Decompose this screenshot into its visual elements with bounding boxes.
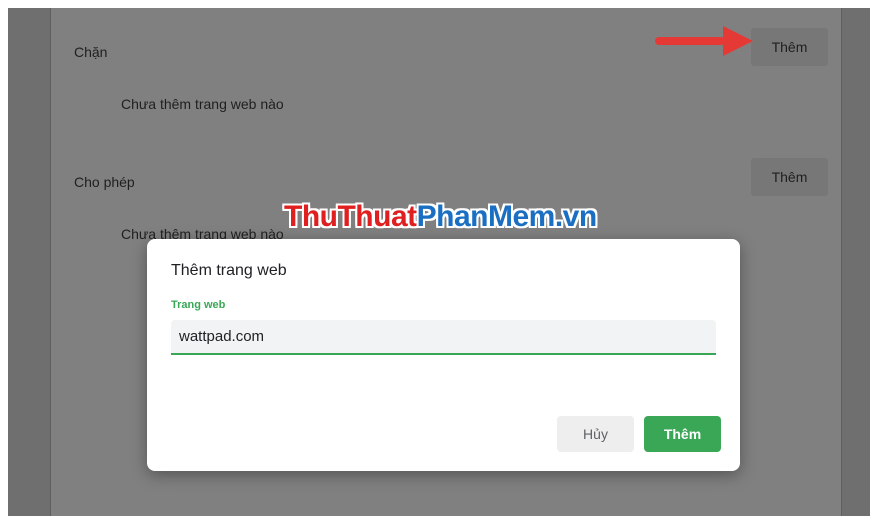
right-gutter [840,8,870,516]
allowed-add-button[interactable]: Thêm [751,158,828,196]
site-field-container [171,320,716,355]
allowed-section-title: Cho phép [74,174,135,190]
add-site-dialog: Thêm trang web Trang web Hủy Thêm [147,239,740,471]
left-gutter [8,8,50,516]
red-arrow-icon [655,26,753,56]
blocked-add-button[interactable]: Thêm [751,28,828,66]
watermark-part2: PhanMem.vn [416,200,598,233]
watermark-part1: ThuThuat [284,200,417,233]
dialog-title: Thêm trang web [171,262,287,279]
blocked-section-title: Chặn [74,44,108,60]
site-input[interactable] [179,320,699,353]
blocked-empty-text: Chưa thêm trang web nào [121,96,284,112]
add-button[interactable]: Thêm [644,416,721,452]
watermark-logo: ThuThuatPhanMem.vn [284,200,597,234]
site-field-label: Trang web [171,299,226,311]
cancel-button[interactable]: Hủy [557,416,634,452]
